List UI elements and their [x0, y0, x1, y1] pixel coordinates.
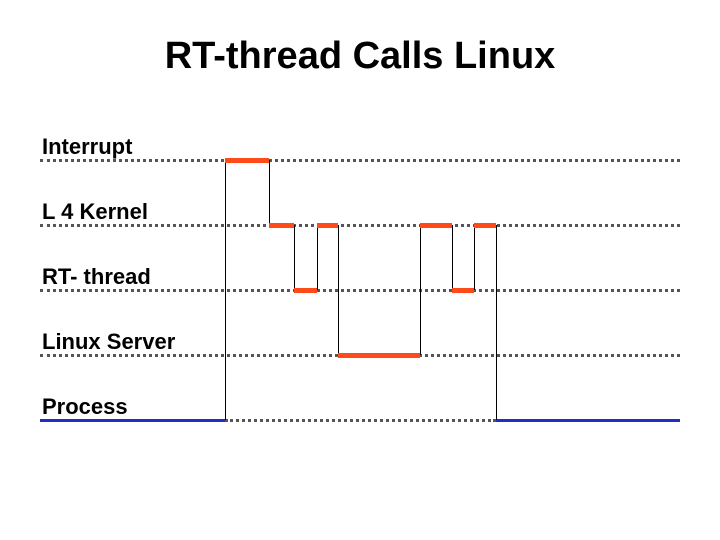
row-label-linuxserver: Linux Server [42, 329, 175, 355]
trace-segment [420, 223, 452, 228]
trace-segment [474, 223, 496, 228]
row-label-rtthread: RT- thread [42, 264, 151, 290]
process-baseline-solid [40, 419, 225, 422]
row-baseline-dotted [40, 159, 680, 162]
trace-vertical [496, 225, 497, 420]
trace-vertical [338, 225, 339, 355]
trace-segment [269, 223, 294, 228]
trace-vertical [225, 160, 226, 420]
row-label-interrupt: Interrupt [42, 134, 132, 160]
process-baseline-dotted [225, 419, 496, 422]
trace-segment [294, 288, 317, 293]
trace-vertical [317, 225, 318, 290]
trace-vertical [294, 225, 295, 290]
row-baseline-dotted [40, 289, 680, 292]
diagram-title: RT-thread Calls Linux [0, 35, 720, 78]
row-label-process: Process [42, 394, 128, 420]
trace-vertical [474, 225, 475, 290]
timing-diagram: RT-thread Calls Linux Interrupt L 4 Kern… [0, 0, 720, 540]
row-label-l4kernel: L 4 Kernel [42, 199, 148, 225]
trace-segment [225, 158, 269, 163]
trace-segment [317, 223, 338, 228]
row-baseline-dotted [40, 224, 680, 227]
trace-vertical [452, 225, 453, 290]
trace-vertical [420, 225, 421, 355]
process-baseline-solid [496, 419, 680, 422]
trace-segment [338, 353, 420, 358]
trace-vertical [269, 160, 270, 225]
trace-segment [452, 288, 474, 293]
